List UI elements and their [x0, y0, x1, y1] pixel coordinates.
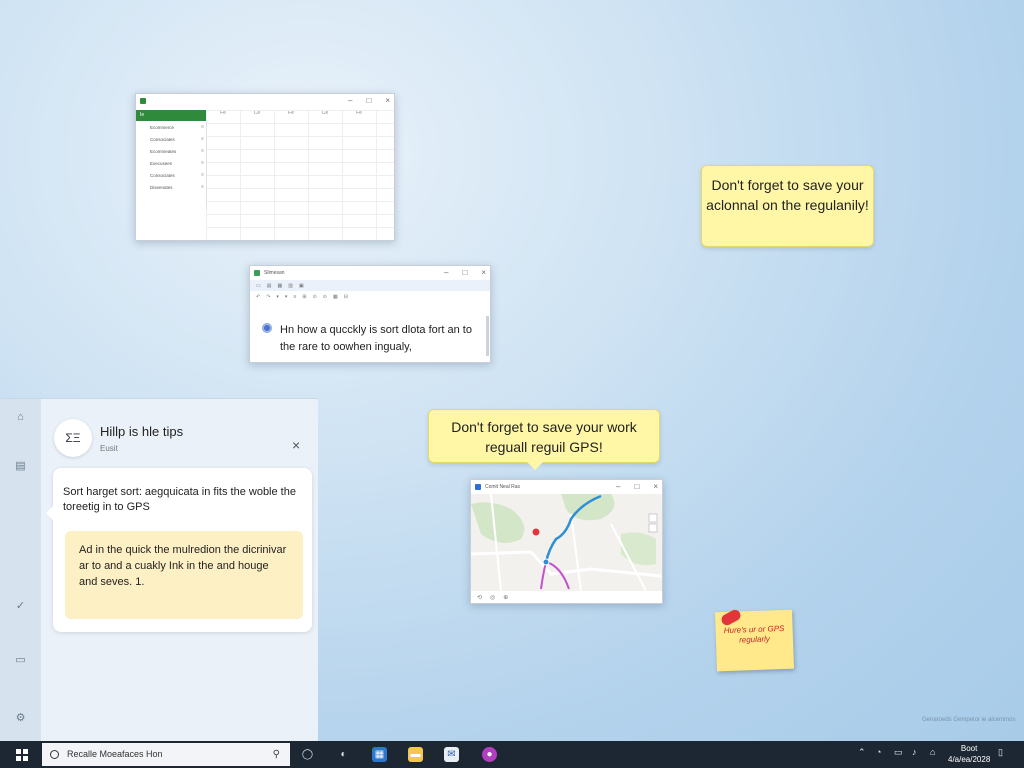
document-app-icon — [254, 270, 260, 276]
ribbon-icon[interactable]: ▣ — [299, 283, 304, 289]
close-icon[interactable]: × — [385, 94, 390, 108]
bullet-icon — [262, 323, 272, 333]
taskbar: Recalle Moeafaces Hon ⚲ ◯ ◐ ▦ ▬ ✉ ● ⌃ ◔ … — [0, 741, 1024, 768]
tray-chevron-icon[interactable]: ⌃ — [858, 747, 866, 758]
spreadsheet-titlebar[interactable]: – □ × — [136, 94, 394, 108]
format-icon[interactable]: ⊙ — [313, 294, 317, 300]
format-toolbar: ↶ ↷ ▾ ▾ ≡ ⊞ ⊙ ⊙ ▦ ⊟ — [250, 291, 490, 302]
clock-time: Boot — [960, 744, 978, 753]
close-icon[interactable]: × — [653, 480, 658, 494]
minimize-icon[interactable]: – — [616, 480, 620, 494]
volume-icon[interactable]: ♪ — [912, 747, 917, 757]
sidebar-row[interactable]: Ecommerce — [136, 121, 206, 133]
maps-titlebar[interactable]: Comit Neal Ras – □ × — [471, 480, 662, 494]
format-icon[interactable]: ⊟ — [344, 294, 348, 300]
close-icon[interactable]: × — [292, 437, 300, 453]
spreadsheet-window[interactable]: – □ × Ie Fe Ce Fe Ce Fe Ecommerce Consoc… — [135, 93, 395, 241]
map-canvas[interactable] — [471, 493, 662, 592]
format-icon[interactable]: ▾ — [276, 294, 279, 300]
help-tip-text: Sort harget sort: aegquicata in fits the… — [63, 486, 296, 513]
directions-icon[interactable]: ⊕ — [503, 594, 508, 601]
format-icon[interactable]: ▾ — [285, 294, 288, 300]
help-subtitle: Eusit — [100, 444, 118, 453]
battery-icon[interactable]: ▭ — [894, 747, 903, 758]
format-icon[interactable]: ⊙ — [323, 294, 327, 300]
maps-window[interactable]: Comit Neal Ras – □ × ⟲ ◎ ⊕ — [470, 479, 663, 604]
sidebar-row[interactable]: Ecommeates — [136, 145, 206, 157]
calendar-icon[interactable]: ▤ — [0, 459, 41, 472]
close-icon[interactable]: × — [481, 266, 486, 280]
help-title: Hillp is hle tips — [100, 424, 184, 439]
sticky-note-top-right[interactable]: Don't forget to save your aclonnal on th… — [701, 165, 874, 247]
notification-icon[interactable]: ▯ — [998, 747, 1003, 758]
language-icon[interactable]: ⌂ — [930, 747, 935, 757]
taskbar-search[interactable]: Recalle Moeafaces Hon ⚲ — [42, 743, 290, 766]
maximize-icon[interactable]: □ — [462, 266, 467, 280]
sidebar-row[interactable]: Consociates — [136, 133, 206, 145]
search-placeholder: Recalle Moeafaces Hon — [67, 749, 163, 759]
search-icon — [50, 750, 59, 759]
undo-icon[interactable]: ↶ — [256, 294, 260, 300]
sidebar-row[interactable]: Diseenates — [136, 181, 206, 193]
task-view-icon[interactable]: ◯ — [300, 747, 315, 762]
minimize-icon[interactable]: – — [348, 94, 352, 108]
microphone-icon[interactable]: ⚲ — [273, 743, 280, 766]
ribbon-icon[interactable]: ▥ — [288, 283, 293, 289]
map-graphic — [471, 493, 662, 592]
spreadsheet-app-icon — [140, 98, 146, 104]
format-icon[interactable]: ≡ — [293, 294, 296, 300]
home-icon[interactable]: ⌂ — [0, 411, 41, 423]
edge-icon[interactable]: ◐ — [336, 747, 351, 762]
settings-icon[interactable]: ⚙ — [0, 711, 41, 724]
spreadsheet-header-tab[interactable]: Ie — [136, 110, 206, 121]
minimize-icon[interactable]: – — [444, 266, 448, 280]
ribbon-icon[interactable]: ▤ — [267, 283, 272, 289]
spreadsheet-sidebar: Ecommerce Consociates Ecommeates Execuse… — [136, 121, 207, 210]
chat-icon[interactable]: ▭ — [0, 653, 41, 666]
format-icon[interactable]: ▦ — [333, 294, 338, 300]
redo-icon[interactable]: ↷ — [266, 294, 270, 300]
sidebar-row[interactable]: Consociates — [136, 169, 206, 181]
layers-icon[interactable]: ⟲ — [477, 594, 482, 601]
help-app-icon: ΣΞ — [54, 419, 92, 457]
ribbon-icon[interactable]: ▦ — [277, 283, 282, 289]
ribbon-icon[interactable]: ▭ — [256, 283, 261, 289]
check-icon[interactable]: ✓ — [0, 599, 41, 612]
vertical-scrollbar[interactable] — [486, 316, 489, 356]
start-button[interactable] — [16, 749, 28, 761]
desktop-watermark: Genaroeds Gempetor ie alcemmos — [922, 717, 1016, 723]
media-app-icon[interactable]: ● — [482, 747, 497, 762]
file-explorer-icon[interactable]: ▬ — [408, 747, 423, 762]
store-icon[interactable]: ▦ — [372, 747, 387, 762]
map-toolbar: ⟲ ◎ ⊕ — [471, 591, 662, 603]
document-title: Slimesan — [264, 270, 285, 276]
maps-app-icon — [475, 484, 481, 490]
maximize-icon[interactable]: □ — [366, 94, 371, 108]
help-tip-highlight: Ad in the quick the mulredion the dicrin… — [65, 531, 303, 619]
ribbon-toolbar: ▭ ▤ ▦ ▥ ▣ — [250, 280, 490, 291]
mail-icon[interactable]: ✉ — [444, 747, 459, 762]
cell-grid[interactable] — [206, 110, 394, 240]
taskbar-clock[interactable]: Boot 4/a/ea/2028 — [948, 743, 990, 765]
help-tip-card: Sort harget sort: aegquicata in fits the… — [46, 468, 312, 632]
clock-date: 4/a/ea/2028 — [948, 755, 991, 764]
help-panel: ⌂ ▤ ✓ ▭ ⚙ ΣΞ Hillp is hle tips Eusit × S… — [0, 398, 318, 742]
document-titlebar[interactable]: Slimesan – □ × — [250, 266, 490, 280]
sidebar-row[interactable]: Execusees — [136, 157, 206, 169]
format-icon[interactable]: ⊞ — [302, 294, 306, 300]
maximize-icon[interactable]: □ — [634, 480, 639, 494]
panel-nav-rail: ⌂ ▤ ✓ ▭ ⚙ — [0, 399, 41, 742]
document-window[interactable]: Slimesan – □ × ▭ ▤ ▦ ▥ ▣ ↶ ↷ ▾ ▾ ≡ ⊞ ⊙ ⊙ ▦ ⊟ Hn how a… — [249, 265, 491, 363]
location-icon[interactable]: ◎ — [490, 594, 495, 601]
maps-title: Comit Neal Ras — [485, 484, 521, 490]
network-icon[interactable]: ◔ — [876, 747, 881, 757]
sticky-note-center[interactable]: Don't forget to save your work reguall r… — [428, 409, 660, 470]
document-body-text[interactable]: Hn how a qucckly is sort dlota fort an t… — [280, 322, 485, 356]
